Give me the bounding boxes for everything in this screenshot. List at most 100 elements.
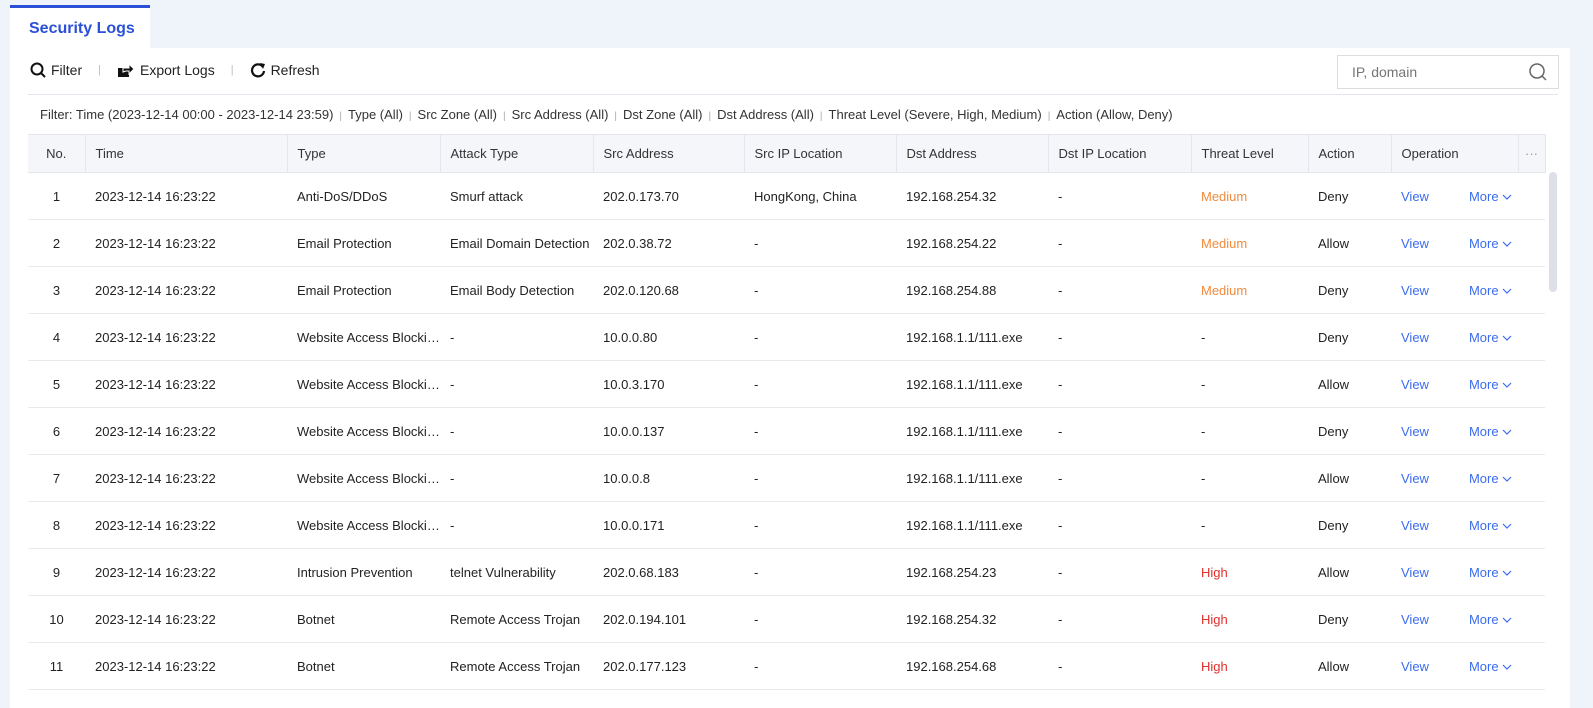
more-label: More [1468,423,1499,439]
chevron-down-icon [1502,335,1512,341]
chevron-down-icon [1502,570,1512,576]
cell-action: Allow [1308,642,1391,690]
filter-chip[interactable]: Threat Level (Severe, High, Medium) [829,107,1042,122]
cell-time: 2023-12-14 16:23:22 [85,172,287,220]
filter-chip[interactable]: Time (2023-12-14 00:00 - 2023-12-14 23:5… [76,107,334,122]
table-row: 6 2023-12-14 16:23:22 Website Access Block… [28,407,1545,455]
more-dropdown[interactable]: More [1469,424,1512,439]
more-dropdown[interactable]: More [1469,471,1512,486]
more-dropdown[interactable]: More [1469,612,1512,627]
scrollbar[interactable] [1549,172,1557,292]
cell-time: 2023-12-14 16:23:22 [85,548,287,596]
more-dropdown[interactable]: More [1469,330,1512,345]
cell-empty [1518,642,1545,690]
column-settings-button[interactable]: ··· [1518,134,1546,173]
view-link[interactable]: View [1401,330,1429,345]
cell-srcloc: - [744,454,896,502]
cell-dst: 192.168.1.1/111.exe [896,407,1048,455]
view-link[interactable]: View [1401,565,1429,580]
filter-chip[interactable]: Dst Address (All) [717,107,814,122]
search-icon[interactable] [1528,62,1548,82]
cell-operation: View More [1391,642,1518,690]
more-label: More [1468,517,1499,533]
column-header: Action [1308,134,1392,173]
cell-type: Website Access Blocking [287,501,440,549]
view-link[interactable]: View [1401,283,1429,298]
cell-srcloc: - [744,407,896,455]
cell-attack: Remote Access Trojan [440,642,593,690]
view-link[interactable]: View [1401,471,1429,486]
cell-threat: - [1191,313,1308,361]
more-dropdown[interactable]: More [1469,518,1512,533]
divider: | [339,111,343,122]
filter-summary: Filter: Time (2023-12-14 00:00 - 2023-12… [40,107,1173,122]
view-link[interactable]: View [1401,659,1429,674]
filter-chip[interactable]: Action (Allow, Deny) [1056,107,1172,122]
more-dropdown[interactable]: More [1469,377,1512,392]
more-label: More [1468,329,1499,345]
cell-src: 202.0.194.101 [593,595,744,643]
view-link[interactable]: View [1401,236,1429,251]
cell-no: 10 [28,595,85,643]
more-dropdown[interactable]: More [1469,189,1512,204]
cell-threat: Medium [1191,266,1308,314]
cell-dstloc: - [1048,266,1191,314]
view-link[interactable]: View [1401,424,1429,439]
search-icon [30,62,46,78]
cell-src: 10.0.0.80 [593,313,744,361]
more-label: More [1468,611,1499,627]
cell-operation: View More [1391,407,1518,455]
more-dropdown[interactable]: More [1469,565,1512,580]
cell-no: 4 [28,313,85,361]
view-link[interactable]: View [1401,518,1429,533]
cell-src: 10.0.0.171 [593,501,744,549]
table-row: 3 2023-12-14 16:23:22 Email Protection Emai… [28,266,1545,314]
filter-chip[interactable]: Dst Zone (All) [623,107,702,122]
tab-security-logs[interactable]: Security Logs [10,5,150,49]
column-header: Src Address [593,134,745,173]
filter-chip[interactable]: Src Zone (All) [418,107,497,122]
cell-operation: View More [1391,595,1518,643]
cell-dst: 192.168.254.32 [896,172,1048,220]
chevron-down-icon [1502,429,1512,435]
cell-dst: 192.168.254.22 [896,219,1048,267]
cell-srcloc: - [744,595,896,643]
filter-button[interactable]: Filter [30,62,82,78]
cell-threat: Medium [1191,172,1308,220]
export-logs-label: Export Logs [139,62,215,78]
more-dropdown[interactable]: More [1469,659,1512,674]
column-header: Time [85,134,288,173]
view-link[interactable]: View [1401,189,1429,204]
cell-no: 11 [28,642,85,690]
cell-src: 10.0.3.170 [593,360,744,408]
cell-action: Deny [1308,407,1391,455]
cell-src: 202.0.177.123 [593,642,744,690]
view-link[interactable]: View [1401,377,1429,392]
refresh-button[interactable]: Refresh [250,62,320,78]
search-input[interactable] [1352,64,1522,80]
filter-chip[interactable]: Type (All) [348,107,403,122]
filter-chip[interactable]: Src Address (All) [512,107,609,122]
cell-dstloc: - [1048,454,1191,502]
cell-operation: View More [1391,219,1518,267]
divider: | [1047,111,1051,122]
divider: | [819,111,823,122]
chevron-down-icon [1502,194,1512,200]
cell-src: 202.0.38.72 [593,219,744,267]
cell-dst: 192.168.1.1/111.exe [896,454,1048,502]
cell-time: 2023-12-14 16:23:22 [85,266,287,314]
cell-attack: Remote Access Trojan [440,595,593,643]
more-dropdown[interactable]: More [1469,283,1512,298]
cell-srcloc: - [744,266,896,314]
cell-operation: View More [1391,172,1518,220]
cell-threat: Medium [1191,219,1308,267]
more-dropdown[interactable]: More [1469,236,1512,251]
export-logs-button[interactable]: Export Logs [117,62,215,78]
cell-dstloc: - [1048,548,1191,596]
cell-empty [1518,548,1545,596]
cell-no: 6 [28,407,85,455]
export-icon [117,62,135,77]
cell-action: Deny [1308,313,1391,361]
search-box [1337,55,1559,89]
view-link[interactable]: View [1401,612,1429,627]
